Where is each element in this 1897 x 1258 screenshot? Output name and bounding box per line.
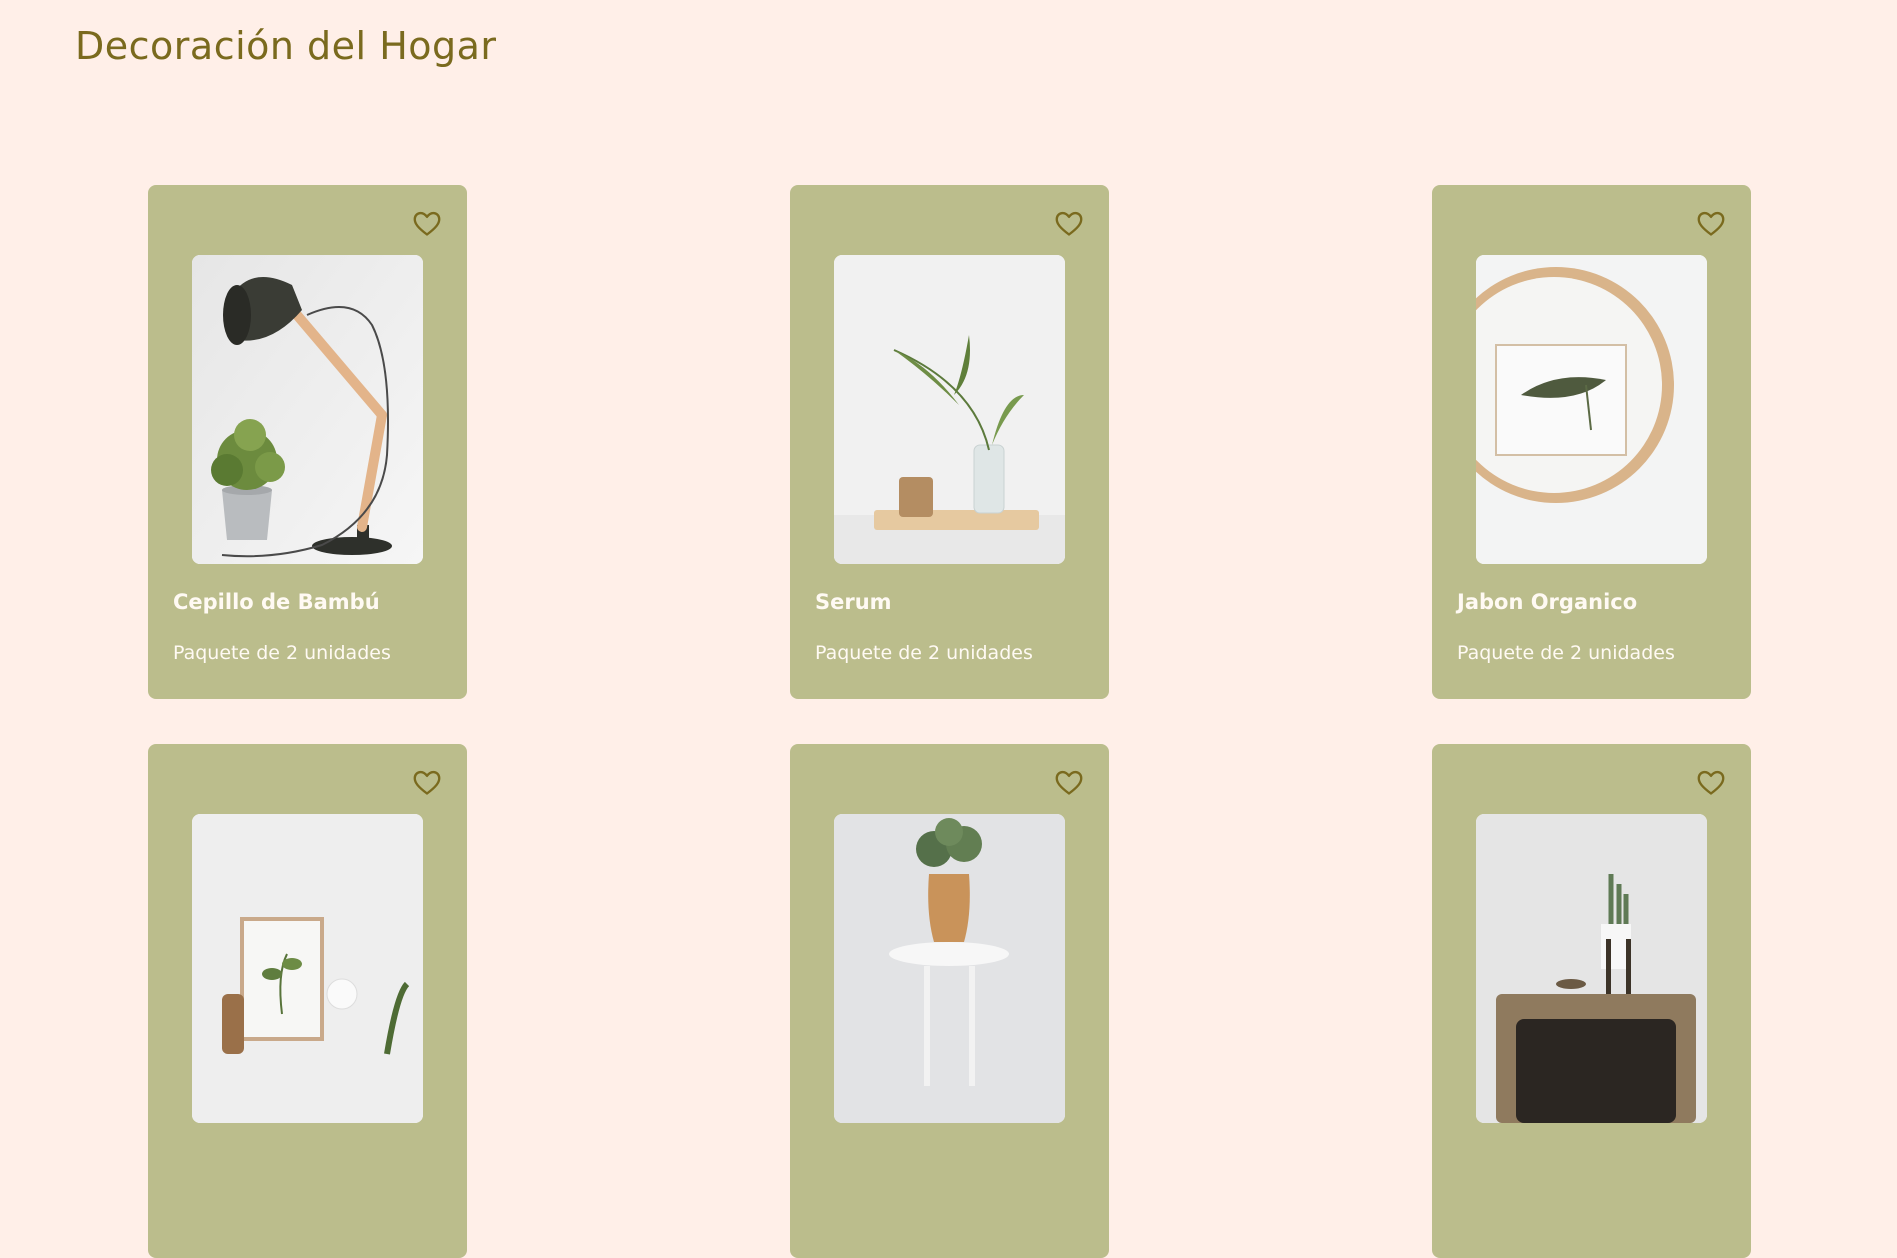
heart-outline-icon (1697, 770, 1725, 795)
favorite-button[interactable] (1055, 211, 1083, 237)
heart-outline-icon (1055, 770, 1083, 795)
heart-outline-icon (413, 211, 441, 236)
wood-vase-on-stool-image (834, 814, 1065, 1123)
desk-lamp-with-plant-image (192, 255, 423, 564)
product-card[interactable]: Cepillo de Bambú Paquete de 2 unidades (148, 185, 467, 699)
product-title[interactable]: Cepillo de Bambú (173, 590, 380, 614)
cactus-on-wood-cabinet-image (1476, 814, 1707, 1123)
favorite-button[interactable] (1697, 770, 1725, 796)
product-image[interactable] (1476, 814, 1707, 1123)
heart-outline-icon (1697, 211, 1725, 236)
favorite-button[interactable] (413, 211, 441, 237)
product-title[interactable]: Serum (815, 590, 892, 614)
product-title[interactable]: Jabon Organico (1457, 590, 1637, 614)
product-card[interactable]: Serum Paquete de 2 unidades (790, 185, 1109, 699)
product-card[interactable] (1432, 744, 1751, 1258)
product-image[interactable] (192, 255, 423, 564)
favorite-button[interactable] (1697, 211, 1725, 237)
product-image[interactable] (192, 814, 423, 1123)
product-image[interactable] (1476, 255, 1707, 564)
framed-plant-shelf-image (192, 814, 423, 1123)
product-subtitle: Paquete de 2 unidades (173, 642, 391, 664)
product-grid: Cepillo de Bambú Paquete de 2 unidades S… (148, 185, 1751, 1258)
product-card[interactable] (148, 744, 467, 1258)
heart-outline-icon (413, 770, 441, 795)
product-subtitle: Paquete de 2 unidades (1457, 642, 1675, 664)
plant-vase-on-tray-image (834, 255, 1065, 564)
product-card[interactable]: Jabon Organico Paquete de 2 unidades (1432, 185, 1751, 699)
round-wood-mirror-leaf-image (1476, 255, 1707, 564)
page-title: Decoración del Hogar (75, 24, 497, 68)
product-image[interactable] (834, 814, 1065, 1123)
favorite-button[interactable] (413, 770, 441, 796)
favorite-button[interactable] (1055, 770, 1083, 796)
product-subtitle: Paquete de 2 unidades (815, 642, 1033, 664)
product-card[interactable] (790, 744, 1109, 1258)
product-image[interactable] (834, 255, 1065, 564)
heart-outline-icon (1055, 211, 1083, 236)
